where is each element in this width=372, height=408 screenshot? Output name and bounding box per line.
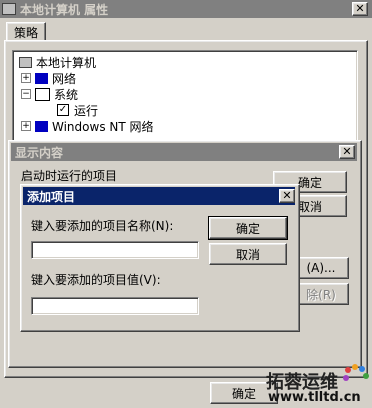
main-close-button[interactable]: ✕ [352,2,368,16]
expand-icon[interactable]: + [21,73,31,83]
watermark-url: www.tlltd.cn [268,390,361,405]
computer-icon [19,56,32,68]
item-name-label: 键入要添加的项目名称(N): [31,219,174,233]
remove-button[interactable]: 除(R) [293,283,349,305]
add-button[interactable]: (A)... [293,257,349,279]
show-dialog-title: 显示内容 [15,145,64,160]
close-icon: ✕ [282,189,292,202]
item-value-label: 键入要添加的项目值(V): [31,273,161,287]
collapse-icon[interactable]: − [21,89,31,99]
add-dialog-titlebar: 添加项目 [23,187,295,205]
add-dialog-title: 添加项目 [27,189,76,204]
tree-item-local-computer[interactable]: 本地计算机 [19,54,96,70]
add-dialog-close-button[interactable]: ✕ [279,189,295,203]
tab-policy[interactable]: 策略 [6,22,46,41]
add-item-dialog: 添加项目 ✕ 键入要添加的项目名称(N): 键入要添加的项目值(V): 确定 取… [20,184,300,332]
book-icon [35,72,48,84]
list-label: 启动时运行的项目 [21,169,118,183]
tree-item-run[interactable]: ✓ 运行 [57,102,98,118]
add-dialog-cancel-button[interactable]: 取消 [209,243,287,265]
main-window-title: 本地计算机 属性 [20,2,109,17]
book-icon [35,120,48,132]
add-dialog-ok-button[interactable]: 确定 [208,216,288,240]
show-dialog-titlebar: 显示内容 [11,143,357,161]
watermark: 拓蓉运维 www.tlltd.cn [264,362,372,408]
item-name-input[interactable] [31,241,199,259]
show-dialog-close-button[interactable]: ✕ [339,145,355,159]
main-titlebar: 本地计算机 属性 [0,0,372,18]
tree-item-network[interactable]: + 网络 [21,70,76,86]
open-book-icon [35,87,50,101]
policy-tree[interactable]: 本地计算机 + 网络 − 系统 ✓ 运行 + Windows NT 网络 [12,50,358,142]
tree-item-system[interactable]: − 系统 [21,86,78,102]
item-value-input[interactable] [31,297,199,315]
expand-icon[interactable]: + [21,121,31,131]
checkbox-checked-icon[interactable]: ✓ [57,104,69,116]
computer-icon [2,3,16,15]
peacock-logo-icon [343,364,369,381]
tree-item-windows-nt-network[interactable]: + Windows NT 网络 [21,118,154,134]
